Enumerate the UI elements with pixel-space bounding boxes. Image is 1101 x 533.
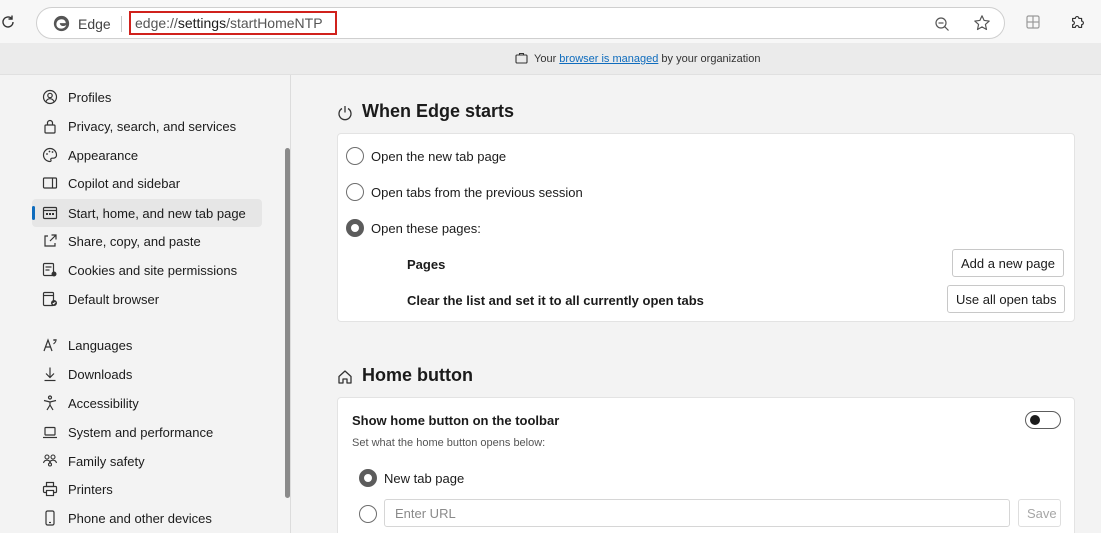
- managed-link[interactable]: browser is managed: [559, 53, 658, 65]
- pages-label: Pages: [407, 257, 446, 272]
- reload-icon[interactable]: [0, 14, 16, 30]
- address-bar[interactable]: Edge edge://settings/startHomeNTP: [36, 7, 1005, 39]
- printer-icon: [42, 481, 58, 497]
- phone-icon: [45, 510, 55, 526]
- url-host: settings: [177, 15, 227, 31]
- sidebar-item-label: Copilot and sidebar: [68, 176, 181, 191]
- managed-info-bar: Your browser is managed by your organiza…: [0, 43, 1101, 75]
- accessibility-icon: [43, 395, 57, 411]
- sidebar-item-cookies[interactable]: Cookies and site permissions: [32, 256, 262, 284]
- zoom-out-icon[interactable]: [934, 16, 950, 32]
- sidebar-item-label: Printers: [68, 482, 113, 497]
- sidebar-item-label: System and performance: [68, 425, 214, 440]
- sidebar-item-label: Phone and other devices: [68, 511, 212, 526]
- profile-icon: [42, 89, 58, 105]
- sidebar-item-downloads[interactable]: Downloads: [32, 360, 262, 388]
- sidebar-item-start-home[interactable]: Start, home, and new tab page: [32, 199, 262, 227]
- favorite-star-icon[interactable]: [973, 14, 991, 32]
- startup-option-label: Open tabs from the previous session: [371, 185, 583, 200]
- address-separator: [121, 16, 122, 32]
- home-radio-url[interactable]: [359, 505, 377, 523]
- sidebar-item-privacy[interactable]: Privacy, search, and services: [32, 112, 262, 140]
- power-icon: [338, 106, 352, 121]
- sidebar-item-accessibility[interactable]: Accessibility: [32, 389, 262, 417]
- startup-radio-these-pages[interactable]: [346, 219, 364, 237]
- save-button[interactable]: Save: [1018, 499, 1061, 527]
- sidebar-item-profiles[interactable]: Profiles: [32, 83, 262, 111]
- home-url-input[interactable]: [384, 499, 1010, 527]
- url-scheme: edge://: [135, 15, 178, 31]
- sidebar-item-label: Cookies and site permissions: [68, 263, 238, 278]
- sidebar-item-label: Privacy, search, and services: [68, 119, 237, 134]
- collections-icon[interactable]: [1026, 15, 1040, 29]
- startup-title: When Edge starts: [362, 101, 515, 121]
- share-icon: [44, 234, 57, 247]
- extensions-icon[interactable]: [1069, 13, 1087, 31]
- settings-sidebar: Profiles Privacy, search, and services A…: [0, 75, 291, 533]
- home-title: Home button: [362, 365, 473, 385]
- sidebar-item-appearance[interactable]: Appearance: [32, 141, 262, 169]
- url-path: /startHomeNTP: [226, 15, 323, 31]
- managed-message: Your browser is managed by your organiza…: [515, 52, 760, 65]
- managed-suffix: by your organization: [658, 53, 761, 65]
- laptop-icon: [43, 426, 57, 439]
- startup-radio-previous-session[interactable]: [346, 183, 364, 201]
- browser-toolbar: Edge edge://settings/startHomeNTP: [0, 0, 1101, 43]
- home-radio-new-tab[interactable]: [359, 469, 377, 487]
- startup-option-label: Open the new tab page: [371, 149, 507, 164]
- cookies-icon: [42, 262, 57, 277]
- lock-icon: [44, 119, 56, 134]
- sidebar-item-label: Family safety: [68, 454, 145, 469]
- sidebar-item-share[interactable]: Share, copy, and paste: [32, 227, 262, 255]
- sidebar-item-family[interactable]: Family safety: [32, 447, 262, 475]
- edge-logo-icon: [53, 15, 70, 32]
- sidebar-item-label: Appearance: [68, 148, 139, 163]
- sidebar-item-label: Default browser: [68, 292, 160, 307]
- managed-prefix: Your: [534, 53, 560, 65]
- sidebar-item-label: Share, copy, and paste: [68, 234, 201, 249]
- briefcase-icon: [515, 52, 528, 64]
- sidebar-item-label: Start, home, and new tab page: [68, 206, 246, 221]
- default-browser-icon: [42, 291, 57, 307]
- home-icon: [338, 370, 352, 384]
- use-all-open-tabs-button[interactable]: Use all open tabs: [947, 285, 1066, 313]
- add-new-page-button[interactable]: Add a new page: [952, 249, 1064, 277]
- sidebar-icon: [42, 177, 58, 189]
- start-page-icon: [42, 206, 58, 220]
- url-text[interactable]: edge://settings/startHomeNTP: [129, 11, 337, 35]
- sidebar-item-label: Languages: [68, 338, 133, 353]
- toggle-knob: [1030, 415, 1040, 425]
- home-option-label: New tab page: [384, 471, 465, 486]
- clear-list-label: Clear the list and set it to all current…: [407, 293, 704, 308]
- startup-option-label: Open these pages:: [371, 221, 481, 236]
- show-home-label: Show home button on the toolbar: [352, 413, 560, 428]
- sidebar-item-languages[interactable]: Languages: [32, 331, 262, 359]
- settings-main: When Edge starts Open the new tab page O…: [292, 75, 1101, 533]
- sidebar-item-label: Downloads: [68, 367, 133, 382]
- sidebar-scrollbar[interactable]: [285, 148, 290, 498]
- home-card: Show home button on the toolbar Set what…: [337, 397, 1075, 533]
- language-icon: [43, 338, 57, 352]
- startup-card: Open the new tab page Open tabs from the…: [337, 133, 1075, 322]
- sidebar-item-printers[interactable]: Printers: [32, 475, 262, 503]
- sidebar-item-label: Accessibility: [68, 396, 139, 411]
- sidebar-item-label: Profiles: [68, 90, 112, 105]
- sidebar-item-system[interactable]: System and performance: [32, 418, 262, 446]
- edge-label: Edge: [78, 16, 111, 32]
- sidebar-item-phone[interactable]: Phone and other devices: [32, 504, 262, 532]
- startup-radio-new-tab[interactable]: [346, 147, 364, 165]
- palette-icon: [42, 147, 58, 163]
- home-sub-label: Set what the home button opens below:: [352, 437, 546, 449]
- sidebar-item-copilot[interactable]: Copilot and sidebar: [32, 169, 262, 197]
- home-button-toggle[interactable]: [1025, 411, 1061, 429]
- download-icon: [44, 367, 56, 382]
- sidebar-item-default-browser[interactable]: Default browser: [32, 285, 262, 313]
- family-icon: [42, 454, 58, 467]
